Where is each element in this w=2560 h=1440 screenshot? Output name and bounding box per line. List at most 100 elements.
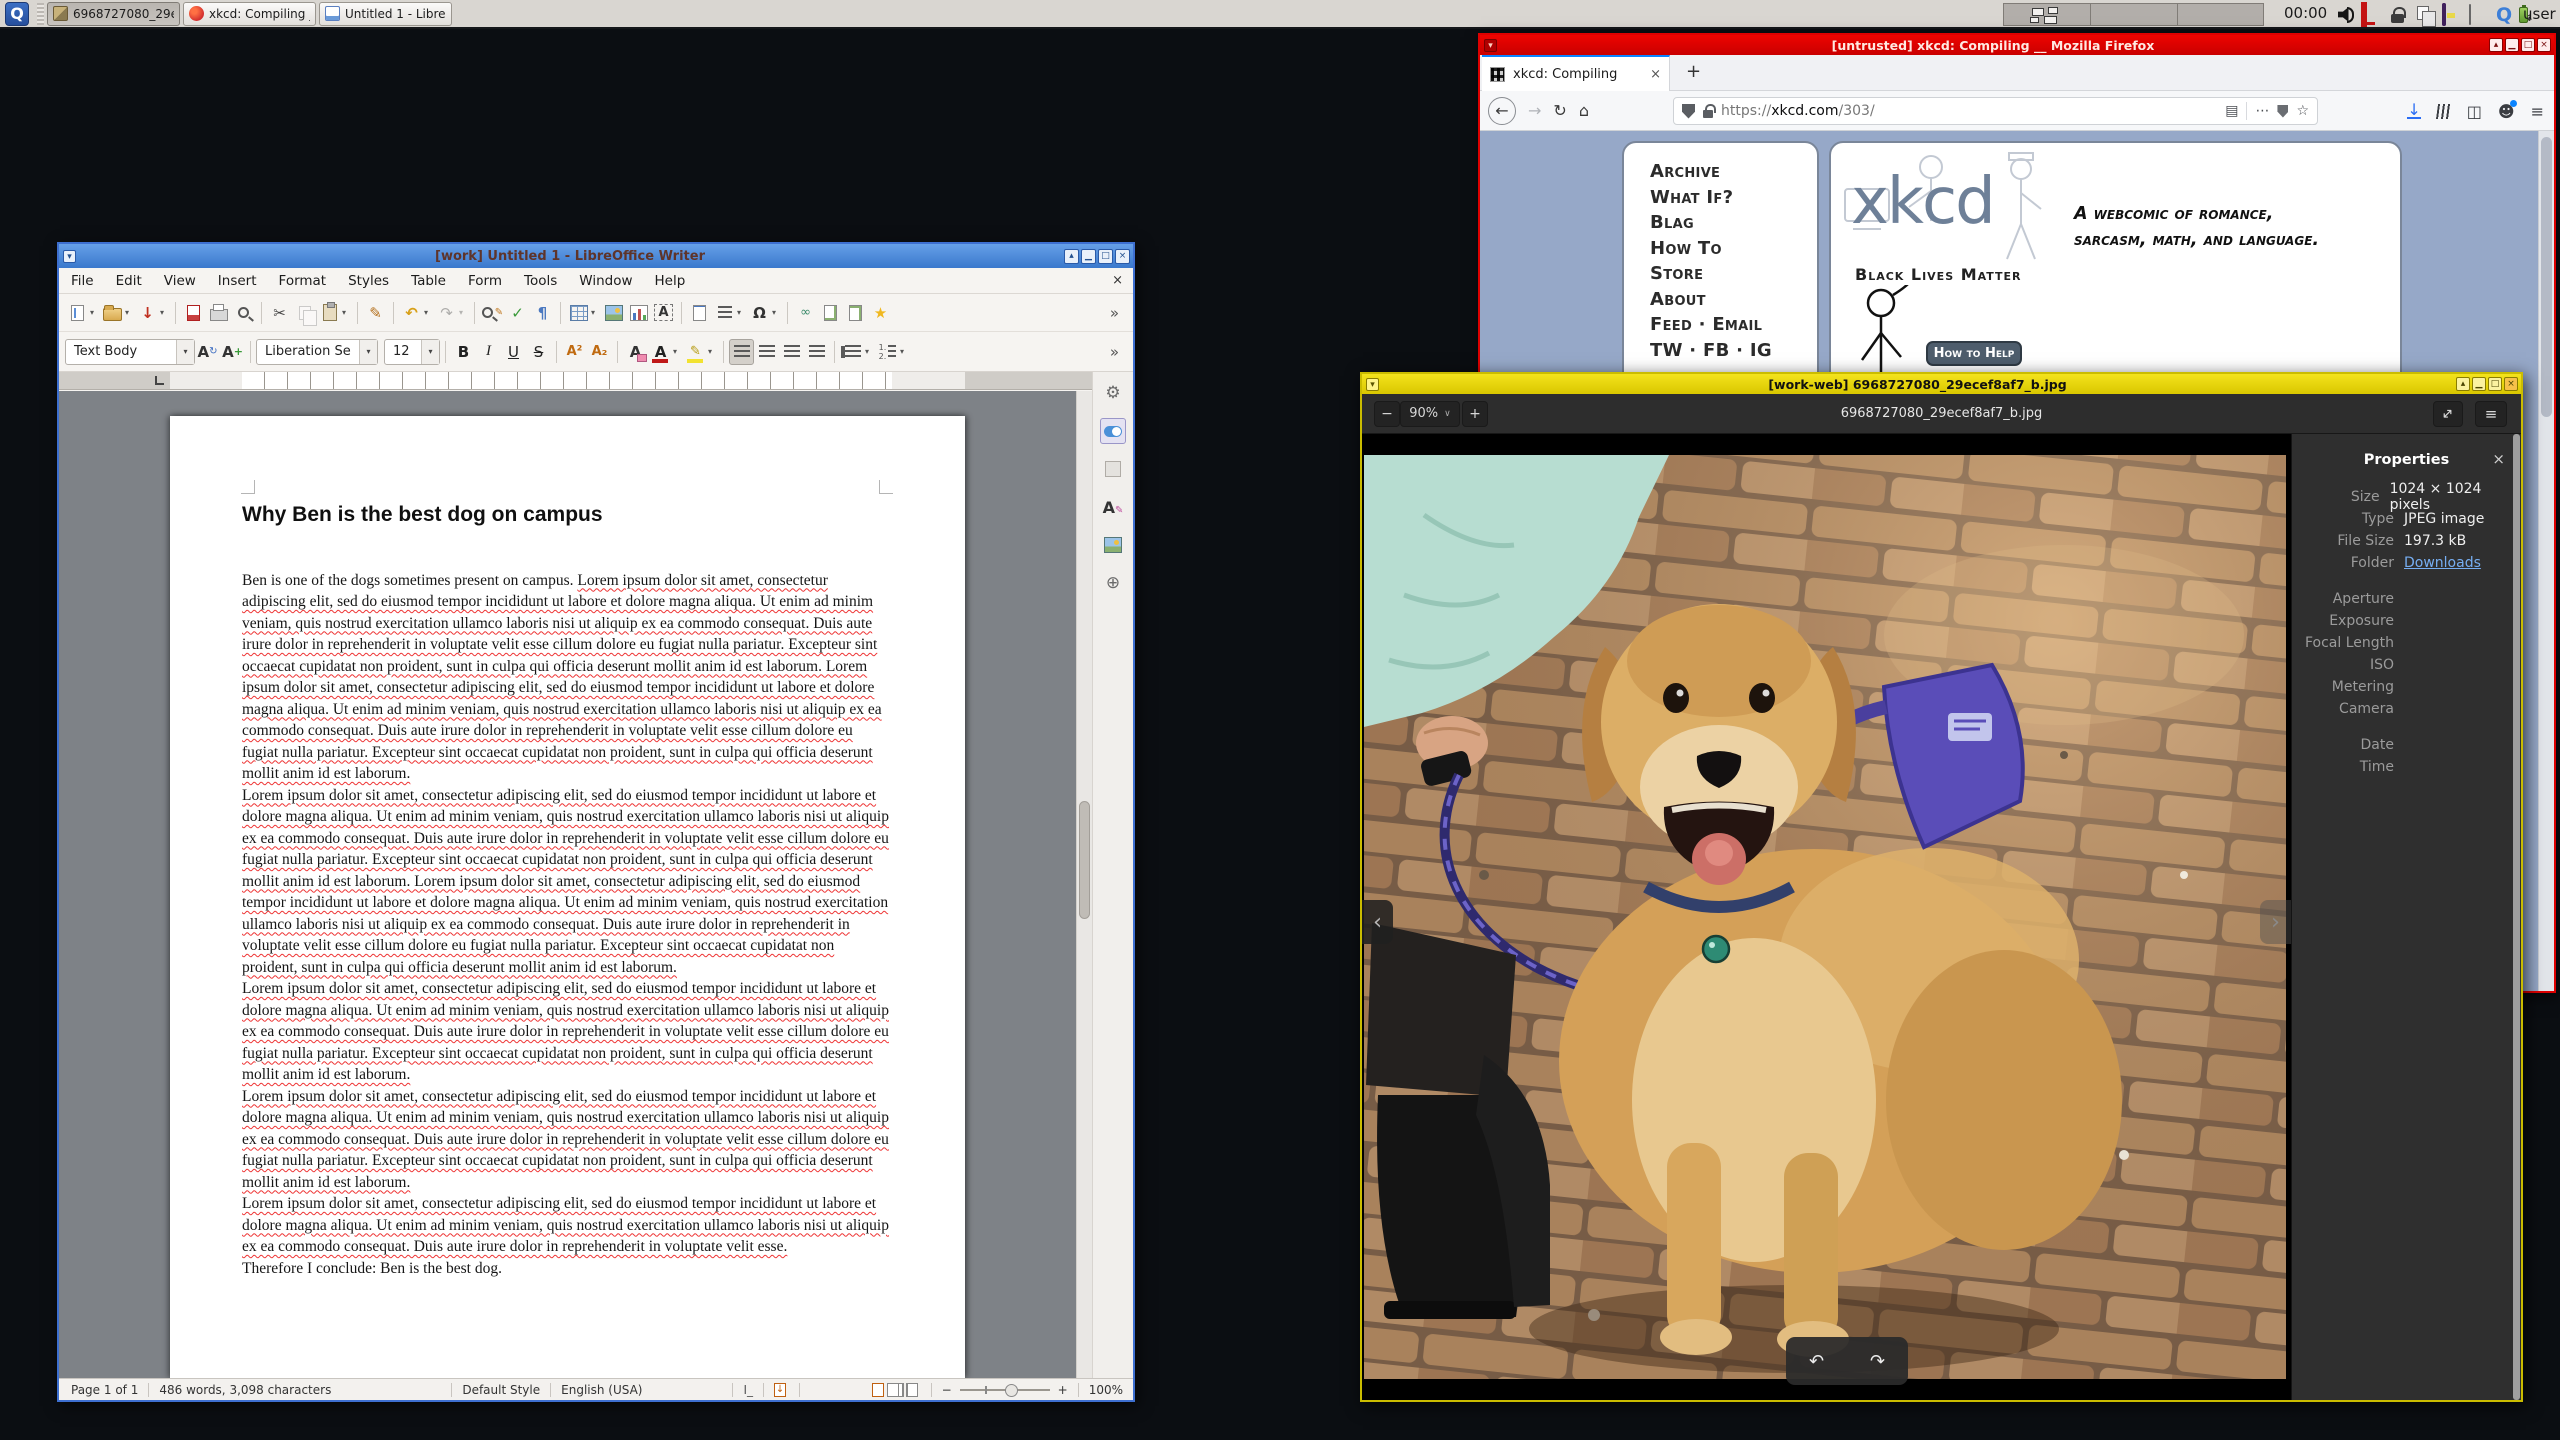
permissions-icon[interactable]: [2277, 104, 2289, 118]
new-document-icon[interactable]: [65, 300, 90, 326]
clock[interactable]: 00:00: [2284, 4, 2327, 22]
insert-endnote-icon[interactable]: [843, 300, 868, 326]
field-dropdown-icon[interactable]: ▾: [737, 308, 747, 317]
spelling-icon[interactable]: ✓: [505, 300, 530, 326]
menu-file[interactable]: File: [71, 273, 94, 289]
font-size-combo[interactable]: 12 ▾: [384, 338, 440, 365]
xkcd-nav-blag[interactable]: Blag: [1650, 210, 1817, 236]
maximize-button[interactable]: □: [2521, 38, 2535, 52]
print-icon[interactable]: [206, 300, 231, 326]
xkcd-nav-archive[interactable]: Archive: [1650, 159, 1817, 185]
highlight-dropdown-icon[interactable]: ▾: [708, 347, 718, 356]
sidebar-properties-icon[interactable]: [1100, 418, 1126, 444]
rotate-right-button[interactable]: ↷: [1870, 1351, 1885, 1372]
maximize-button[interactable]: □: [1098, 248, 1113, 264]
xkcd-nav-about[interactable]: About: [1650, 287, 1817, 313]
new-tab-button[interactable]: +: [1686, 61, 1701, 82]
single-page-view-icon[interactable]: [871, 1382, 884, 1397]
page-count[interactable]: Page 1 of 1: [71, 1383, 138, 1397]
insert-textbox-icon[interactable]: A: [651, 300, 676, 326]
forward-button[interactable]: →: [1528, 101, 1541, 120]
workspace-switcher[interactable]: [2003, 3, 2264, 26]
insert-chart-icon[interactable]: [626, 300, 651, 326]
zoom-percent[interactable]: 100%: [1089, 1383, 1123, 1397]
workspace-1[interactable]: [2003, 3, 2090, 26]
italic-icon[interactable]: I: [476, 339, 501, 365]
scrollbar-thumb[interactable]: [1079, 801, 1090, 919]
network-vm-icon[interactable]: [2361, 1, 2381, 27]
insert-hyperlink-icon[interactable]: ∞: [793, 300, 818, 326]
update-style-icon[interactable]: A ↻: [195, 339, 220, 365]
zoom-in-button[interactable]: +: [1462, 400, 1488, 427]
insert-bookmark-icon[interactable]: ★: [868, 300, 893, 326]
open-icon[interactable]: [100, 300, 125, 326]
formatting-marks-icon[interactable]: ¶: [530, 300, 555, 326]
shade-button[interactable]: ▴: [1064, 248, 1079, 264]
align-center-icon[interactable]: [754, 339, 779, 365]
clear-formatting-icon[interactable]: A: [623, 339, 648, 365]
paragraph-style-combo[interactable]: Text Body ▾: [65, 338, 195, 365]
new-dropdown-icon[interactable]: ▾: [90, 308, 100, 317]
writer-vertical-scrollbar[interactable]: [1076, 391, 1092, 1378]
insert-mode-icon[interactable]: I_: [743, 1383, 753, 1397]
insert-field-icon[interactable]: [712, 300, 737, 326]
maximize-button[interactable]: □: [2488, 377, 2502, 391]
menu-styles[interactable]: Styles: [348, 273, 389, 289]
taskbar-window-firefox[interactable]: xkcd: Compiling ___ Moz...: [183, 1, 316, 26]
save-status-icon[interactable]: ↓: [774, 1382, 787, 1397]
text-language[interactable]: English (USA): [561, 1383, 642, 1397]
home-button[interactable]: ⌂: [1579, 101, 1589, 120]
save-dropdown-icon[interactable]: ▾: [160, 308, 170, 317]
taskbar-grip[interactable]: [37, 2, 44, 25]
viewer-menu-button[interactable]: ≡: [2475, 400, 2507, 427]
numbered-list-icon[interactable]: 1. 2.: [875, 339, 900, 365]
justify-icon[interactable]: [804, 339, 829, 365]
menu-tools[interactable]: Tools: [524, 273, 557, 289]
properties-scrollbar[interactable]: [2513, 434, 2520, 1400]
redo-dropdown-icon[interactable]: ▾: [459, 308, 469, 317]
qubes-menu-button[interactable]: Q: [5, 1, 29, 26]
document-text[interactable]: Why Ben is the best dog on campus Ben is…: [242, 504, 892, 1279]
disk-icon[interactable]: [2469, 3, 2489, 25]
numbered-dropdown-icon[interactable]: ▾: [900, 347, 910, 356]
menu-format[interactable]: Format: [279, 273, 327, 289]
folder-link[interactable]: Downloads: [2404, 555, 2481, 571]
find-replace-icon[interactable]: ✎: [480, 300, 505, 326]
close-document-icon[interactable]: ×: [1112, 273, 1123, 288]
firefox-scrollbar[interactable]: [2538, 131, 2554, 991]
zoom-out-button[interactable]: −: [1374, 400, 1400, 427]
cut-icon[interactable]: ✂: [267, 300, 292, 326]
zoom-out-icon[interactable]: −: [942, 1383, 952, 1397]
menu-help[interactable]: Help: [655, 273, 686, 289]
toolbar2-overflow-icon[interactable]: »: [1102, 339, 1127, 365]
how-to-help-button[interactable]: How to Help: [1926, 341, 2022, 366]
subscript-icon[interactable]: A₂: [587, 339, 612, 365]
copy-icon[interactable]: [292, 300, 317, 326]
menu-view[interactable]: View: [164, 273, 196, 289]
minimize-button[interactable]: ▁: [2472, 377, 2486, 391]
superscript-icon[interactable]: A²: [562, 339, 587, 365]
fullscreen-button[interactable]: ↔: [2433, 400, 2463, 427]
taskbar-window-writer[interactable]: Untitled 1 - LibreOffice W...: [319, 1, 452, 26]
window-menu-icon[interactable]: ▾: [63, 249, 76, 263]
close-button[interactable]: ×: [2504, 377, 2518, 391]
font-color-dropdown-icon[interactable]: ▾: [673, 347, 683, 356]
lock-icon[interactable]: [2388, 5, 2408, 25]
bold-icon[interactable]: B: [451, 339, 476, 365]
bullet-list-icon[interactable]: [840, 339, 865, 365]
window-menu-icon[interactable]: ▾: [1484, 38, 1497, 52]
workspace-3[interactable]: [2177, 3, 2264, 26]
firefox-titlebar[interactable]: ▾ [untrusted] xkcd: Compiling __ Mozilla…: [1480, 35, 2554, 55]
horizontal-ruler[interactable]: [59, 372, 1092, 390]
font-name-combo[interactable]: Liberation Se ▾: [256, 338, 378, 365]
insert-footnote-icon[interactable]: [818, 300, 843, 326]
highlight-color-icon[interactable]: ✎: [683, 339, 708, 365]
sidebar-page-icon[interactable]: [1100, 456, 1126, 482]
bookmark-star-icon[interactable]: ☆: [2296, 103, 2309, 119]
sidebar-toggle-icon[interactable]: ◫: [2467, 102, 2482, 121]
undo-dropdown-icon[interactable]: ▾: [424, 308, 434, 317]
close-button[interactable]: ×: [1115, 248, 1130, 264]
tab-close-icon[interactable]: ×: [1650, 67, 1661, 82]
tracking-protection-shield-icon[interactable]: [1682, 103, 1695, 119]
minimize-button[interactable]: ▁: [1081, 248, 1096, 264]
